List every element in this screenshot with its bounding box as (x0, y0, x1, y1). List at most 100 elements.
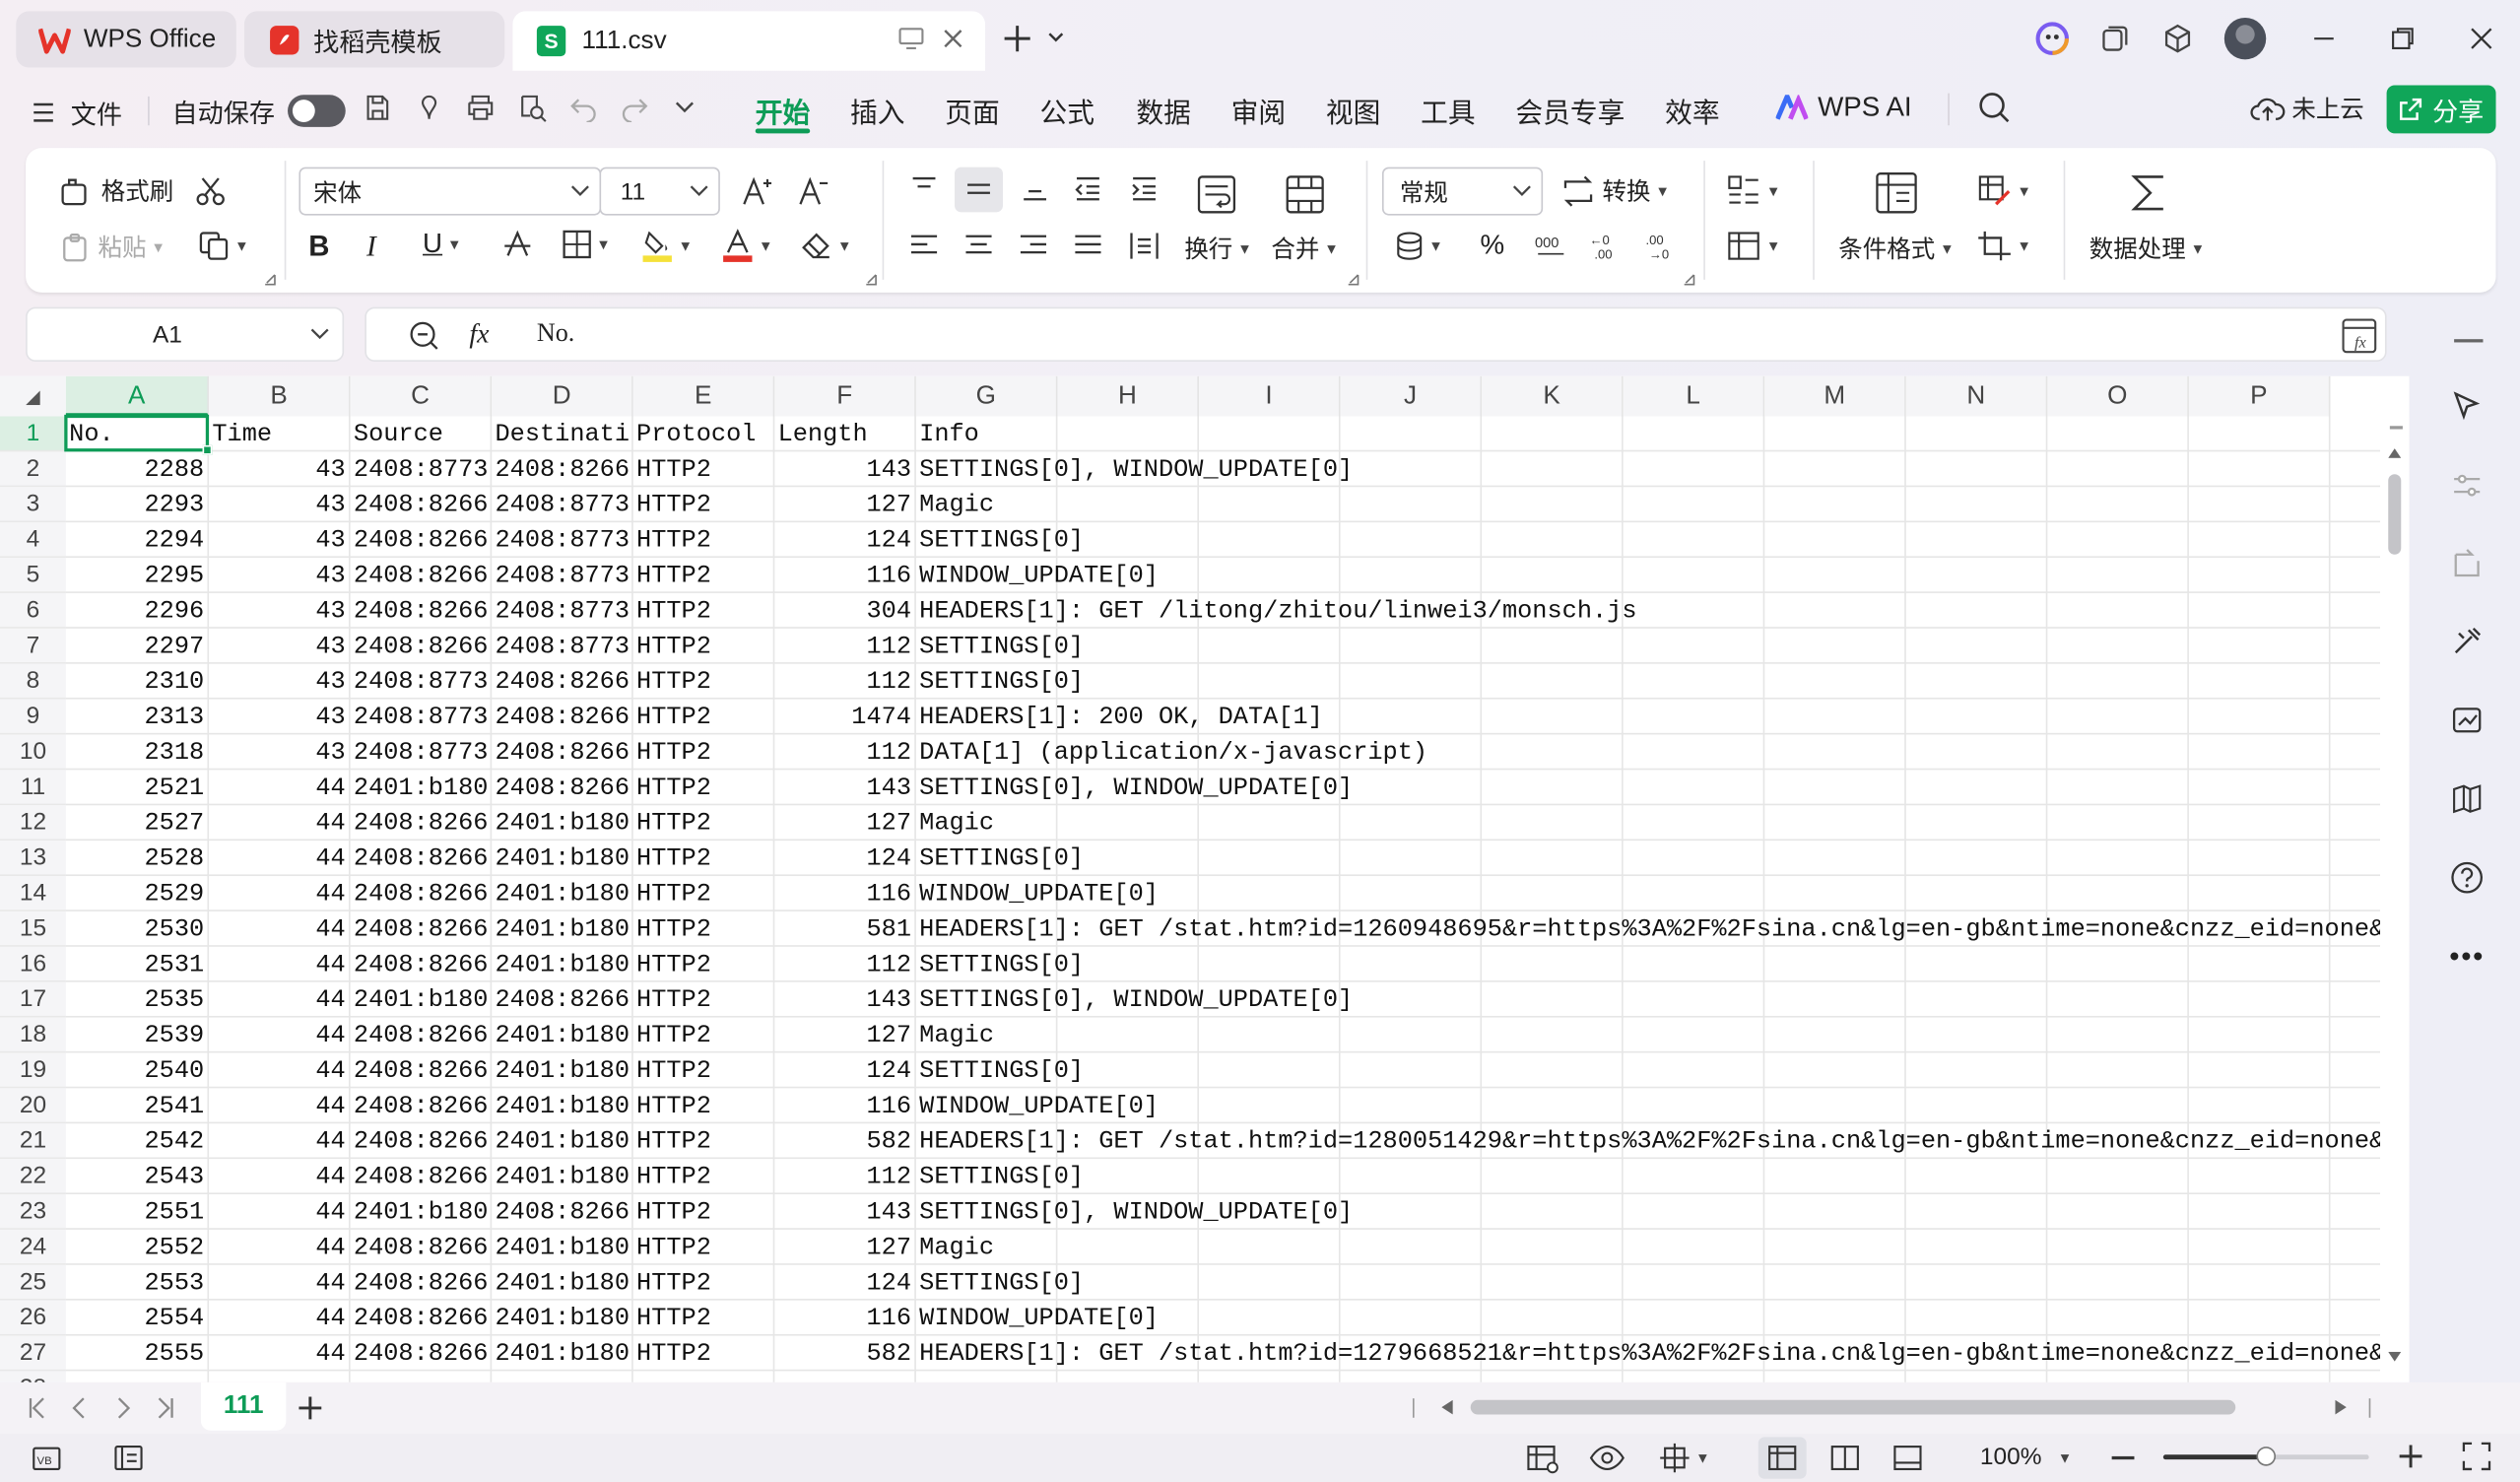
close-tab-icon[interactable] (942, 28, 964, 50)
table-cell[interactable]: 2408:8266 (354, 1230, 492, 1265)
scroll-up-icon[interactable] (2388, 448, 2402, 458)
table-cell[interactable]: 43 (209, 629, 351, 664)
table-cell[interactable]: 43 (209, 734, 351, 770)
table-cell[interactable]: HTTP2 (636, 947, 774, 982)
table-cell[interactable]: 112 (774, 947, 916, 982)
table-cell[interactable]: HTTP2 (636, 1336, 774, 1372)
table-cell[interactable]: 43 (209, 487, 351, 522)
table-cell[interactable]: 2528 (66, 841, 209, 876)
page-break-view-icon[interactable] (1830, 1445, 1859, 1471)
table-cell[interactable]: 2288 (66, 451, 209, 487)
table-cell[interactable]: 2535 (66, 982, 209, 1018)
row-header[interactable]: 26 (0, 1300, 66, 1336)
new-tab-icon[interactable] (1000, 21, 1035, 56)
conditional-format-button[interactable]: 条件格式 ▼ (1838, 232, 1954, 265)
row-header[interactable]: 23 (0, 1194, 66, 1230)
column-header[interactable]: H (1057, 375, 1200, 417)
table-cell[interactable]: 2554 (66, 1301, 209, 1336)
table-cell[interactable]: 116 (774, 1088, 916, 1123)
table-cell[interactable]: 44 (209, 982, 351, 1018)
table-cell[interactable]: SETTINGS[0] (919, 629, 2380, 664)
fx-icon[interactable]: fx (469, 318, 489, 351)
align-center-icon[interactable] (962, 232, 995, 260)
style-button[interactable]: ▼ (1977, 173, 2031, 209)
eye-protection-icon[interactable] (1589, 1444, 1625, 1472)
table-cell[interactable]: 2408:8266 (354, 947, 492, 982)
row-header[interactable]: 17 (0, 981, 66, 1018)
search-icon[interactable] (1977, 90, 2013, 125)
decrease-indent-icon[interactable] (1072, 173, 1104, 202)
vertical-scrollbar[interactable] (2380, 416, 2410, 1382)
column-header[interactable]: N (1905, 375, 2048, 417)
row-header[interactable]: 5 (0, 558, 66, 593)
table-cell[interactable]: HEADERS[1]: GET /stat.htm?id=1280051429&… (919, 1123, 2380, 1159)
table-cell[interactable]: 2543 (66, 1159, 209, 1194)
prev-sheet-icon[interactable] (71, 1397, 87, 1420)
align-middle-icon[interactable] (955, 167, 1003, 213)
table-cell[interactable]: Magic (919, 487, 2380, 522)
table-cell[interactable]: HEADERS[1]: GET /stat.htm?id=1279668521&… (919, 1336, 2380, 1372)
table-cell[interactable]: 44 (209, 876, 351, 911)
cloud-status[interactable]: 未上云 (2250, 92, 2364, 125)
table-cell[interactable]: 581 (774, 911, 916, 947)
row-header[interactable]: 28 (0, 1371, 66, 1382)
font-name-select[interactable]: 宋体 (298, 167, 602, 216)
row-header[interactable]: 19 (0, 1052, 66, 1089)
table-cell[interactable]: 116 (774, 1301, 916, 1336)
increase-indent-icon[interactable] (1128, 173, 1161, 202)
table-cell[interactable]: 2408:8266 (354, 593, 492, 629)
table-cell[interactable]: 44 (209, 1230, 351, 1265)
wps-ai-button[interactable]: WPS AI (1775, 92, 1912, 124)
row-header[interactable]: 21 (0, 1123, 66, 1160)
table-cell[interactable]: 2401:b180 (495, 1301, 632, 1336)
justify-icon[interactable] (1072, 232, 1104, 260)
table-cell[interactable]: 2408:8266 (495, 664, 632, 700)
table-cell[interactable]: Magic (919, 1018, 2380, 1053)
table-cell[interactable]: 44 (209, 911, 351, 947)
table-cell[interactable]: 2553 (66, 1265, 209, 1301)
table-cell[interactable]: 2408:8266 (354, 522, 492, 558)
table-cell[interactable]: 44 (209, 1159, 351, 1194)
decrease-font-icon[interactable] (796, 173, 831, 209)
normal-view-button[interactable] (1757, 1437, 1807, 1479)
menu-page[interactable]: 页面 (945, 90, 999, 130)
table-cell[interactable]: 2401:b180 (354, 982, 492, 1018)
row-header[interactable]: 6 (0, 592, 66, 629)
table-cell[interactable]: 2408:8773 (495, 487, 632, 522)
table-cell[interactable]: 2408:8266 (354, 1052, 492, 1088)
column-header[interactable]: B (209, 375, 351, 417)
table-cell[interactable]: 2408:8773 (354, 451, 492, 487)
data-process-button[interactable]: 数据处理 ▼ (2089, 232, 2205, 265)
formula-content[interactable]: No. (537, 320, 574, 349)
table-cell[interactable]: 2529 (66, 876, 209, 911)
table-cell[interactable]: 2552 (66, 1230, 209, 1265)
chart-analysis-icon[interactable] (2443, 696, 2491, 744)
table-cell[interactable]: 112 (774, 734, 916, 770)
menu-insert[interactable]: 插入 (850, 90, 904, 130)
tab-111-csv[interactable]: S 111.csv (512, 11, 986, 71)
table-cell[interactable]: 2401:b180 (495, 1018, 632, 1053)
zoom-slider-track[interactable] (2162, 1447, 2369, 1466)
table-cell[interactable]: 112 (774, 1159, 916, 1194)
table-cell[interactable]: 127 (774, 805, 916, 841)
distributed-icon[interactable] (1128, 230, 1161, 262)
table-cell[interactable]: WINDOW_UPDATE[0] (919, 1301, 2380, 1336)
copy-button[interactable]: ▼ (198, 230, 249, 262)
zoom-in-icon[interactable] (2398, 1444, 2423, 1469)
table-cell[interactable]: 2401:b180 (495, 841, 632, 876)
table-cell[interactable]: 44 (209, 947, 351, 982)
clear-button[interactable]: ▼ (800, 230, 852, 262)
row-header[interactable]: 4 (0, 522, 66, 559)
tab-wps-office[interactable]: WPS Office (16, 11, 236, 68)
toggle-switch[interactable] (288, 95, 346, 127)
table-cell[interactable]: HTTP2 (636, 451, 774, 487)
transfer-icon[interactable] (2443, 540, 2491, 588)
row-header[interactable]: 2 (0, 451, 66, 488)
vertical-scroll-thumb[interactable] (2388, 474, 2402, 555)
table-cell[interactable]: 43 (209, 522, 351, 558)
avatar[interactable] (2223, 17, 2267, 60)
table-cell[interactable]: 2542 (66, 1123, 209, 1159)
panel-collapse-icon[interactable] (2454, 339, 2484, 343)
table-cell[interactable]: HTTP2 (636, 734, 774, 770)
column-header[interactable]: D (492, 375, 633, 417)
